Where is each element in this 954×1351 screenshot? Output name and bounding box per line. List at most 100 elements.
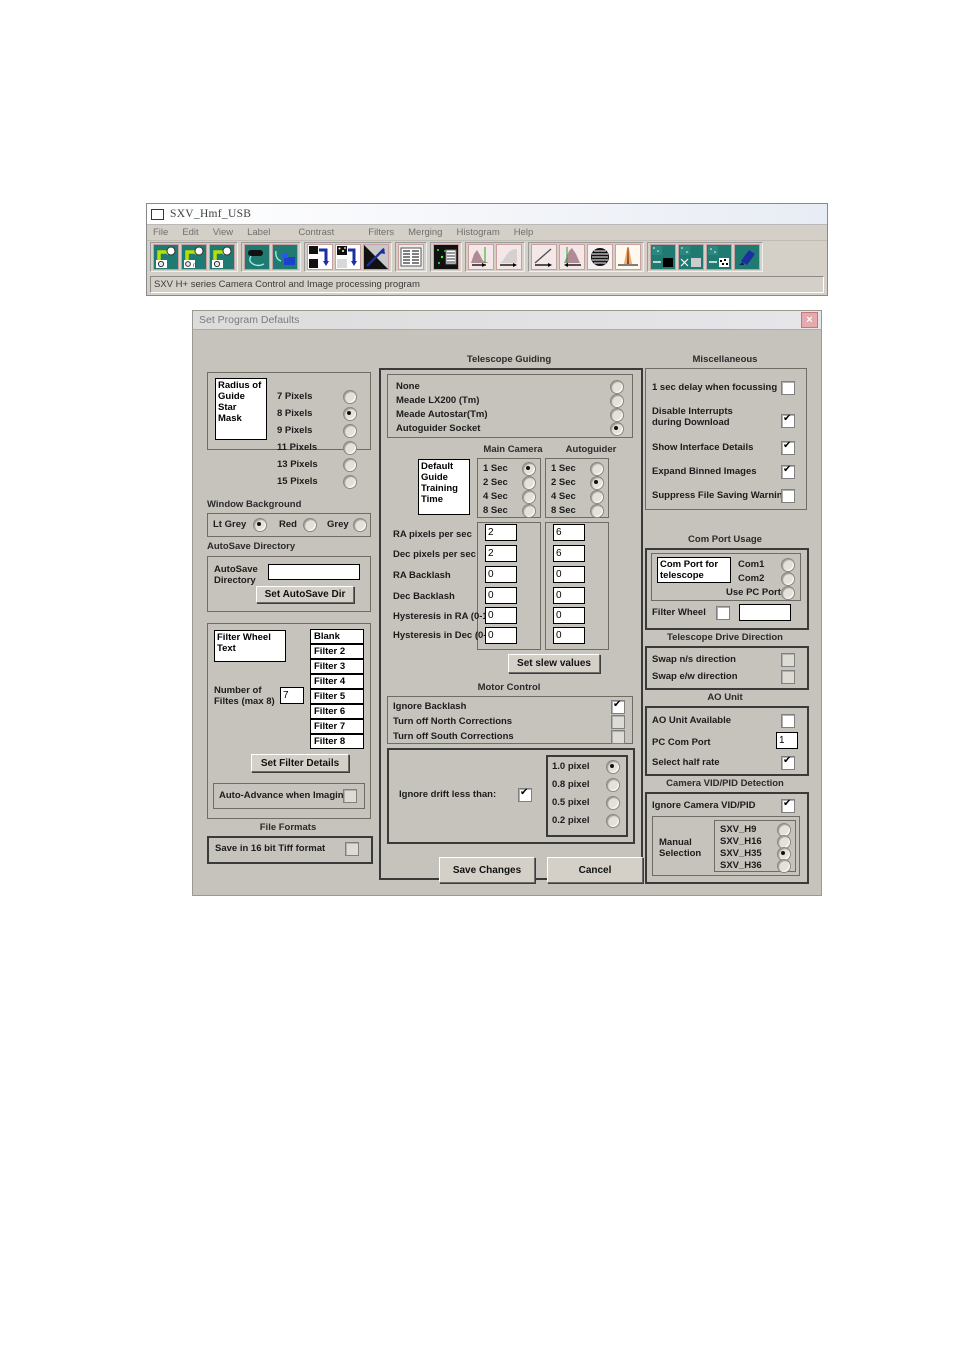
filter-item-3[interactable]: Filter 4 [310,674,364,689]
main-time-radio-0[interactable] [522,462,536,476]
mask-option-radio-5[interactable] [343,475,357,489]
drive-direction-checkbox-0[interactable] [781,653,795,667]
ignore-vid-pid-checkbox[interactable] [781,798,795,813]
guiding-row-main-4[interactable]: 0 [485,607,517,624]
guiding-row-guider-3[interactable]: 0 [553,587,585,604]
drift-option-radio-1[interactable] [606,778,620,792]
motor-check-1[interactable] [611,715,625,729]
line-profile-icon[interactable] [363,244,389,270]
com-port-radio-1[interactable] [781,572,795,586]
com-port-textbox[interactable]: Com Port for telescope [657,557,731,583]
mask-option-radio-3[interactable] [343,441,357,455]
set-slew-values-button[interactable]: Set slew values [508,654,600,673]
main-time-radio-2[interactable] [522,490,536,504]
misc-checkbox-1[interactable] [781,413,795,428]
filter-item-2[interactable]: Filter 3 [310,659,364,674]
menu-bar[interactable]: File Edit View Label Contrast Filters Me… [147,225,827,241]
guiding-row-guider-5[interactable]: 0 [553,627,585,644]
menu-item-merging[interactable]: Merging [408,227,442,238]
star-select-icon[interactable] [335,244,361,270]
menu-item-filters[interactable]: Filters [368,227,394,238]
mask-option-radio-4[interactable] [343,458,357,472]
motor-check-2[interactable] [611,730,625,744]
drift-option-radio-3[interactable] [606,814,620,828]
misc-checkbox-0[interactable] [781,381,795,395]
set-autosave-dir-button[interactable]: Set AutoSave Dir [256,586,354,603]
filter-item-4[interactable]: Filter 5 [310,689,364,704]
planet-icon[interactable] [587,244,613,270]
filter-item-6[interactable]: Filter 7 [310,719,364,734]
filter-item-1[interactable]: Filter 2 [310,644,364,659]
filter-wheel-port-input[interactable] [739,604,791,621]
filter-item-7[interactable]: Filter 8 [310,734,364,749]
star-list-icon[interactable] [433,244,459,270]
save-changes-button[interactable]: Save Changes [439,857,535,883]
guide-mask-textbox[interactable]: Radius of Guide Star Mask [215,378,267,440]
camera-link-icon[interactable] [244,244,270,270]
guiding-mode-radio-0[interactable] [610,380,624,394]
com-port-radio-0[interactable] [781,558,795,572]
set-filter-details-button[interactable]: Set Filter Details [251,754,349,772]
cancel-button[interactable]: Cancel [547,857,643,883]
filter-flat-icon[interactable] [678,244,704,270]
guider-time-radio-0[interactable] [590,462,604,476]
peak-stretch-icon[interactable] [559,244,585,270]
bg-option-radio-1[interactable] [303,518,317,532]
guider-time-radio-3[interactable] [590,504,604,518]
menu-item-edit[interactable]: Edit [182,227,198,238]
toolbar[interactable]: n [147,241,827,273]
mask-option-radio-2[interactable] [343,424,357,438]
capture-single-icon[interactable] [153,244,179,270]
com-port-radio-2[interactable] [781,586,795,600]
guiding-row-main-5[interactable]: 0 [485,627,517,644]
guiding-row-guider-2[interactable]: 0 [553,566,585,583]
filter-wheel-port-checkbox[interactable] [716,606,730,620]
drift-option-radio-2[interactable] [606,796,620,810]
histogram-stretch-icon[interactable] [468,244,494,270]
camera-connect-icon[interactable] [272,244,298,270]
guiding-row-main-3[interactable]: 0 [485,587,517,604]
main-time-radio-1[interactable] [522,476,536,490]
bg-option-radio-2[interactable] [353,518,367,532]
crop-icon[interactable] [307,244,333,270]
guiding-row-guider-0[interactable]: 6 [553,524,585,541]
ao-available-checkbox[interactable] [781,714,795,728]
auto-advance-checkbox[interactable] [343,789,357,803]
filter-count-input[interactable]: 7 [280,687,304,704]
menu-item-contrast[interactable]: Contrast [298,227,334,238]
misc-checkbox-2[interactable] [781,440,795,455]
guiding-row-guider-1[interactable]: 6 [553,545,585,562]
paint-icon[interactable] [734,244,760,270]
guiding-row-main-1[interactable]: 2 [485,545,517,562]
drive-direction-checkbox-1[interactable] [781,670,795,684]
bg-option-radio-0[interactable] [253,518,267,532]
autosave-input[interactable] [268,564,360,580]
menu-item-file[interactable]: File [153,227,168,238]
menu-item-help[interactable]: Help [514,227,534,238]
menu-item-view[interactable]: View [213,227,233,238]
spike-icon[interactable] [615,244,641,270]
filter-item-0[interactable]: Blank [310,629,364,644]
menu-item-label[interactable]: Label [247,227,270,238]
linear-stretch-icon[interactable] [531,244,557,270]
capture-focus-icon[interactable] [209,244,235,270]
guiding-row-main-0[interactable]: 2 [485,524,517,541]
image-info-icon[interactable] [398,244,424,270]
misc-checkbox-3[interactable] [781,464,795,479]
close-icon[interactable]: × [801,312,818,328]
mask-option-radio-0[interactable] [343,390,357,404]
guider-time-radio-1[interactable] [590,476,604,490]
misc-checkbox-4[interactable] [781,489,795,503]
mask-option-radio-1[interactable] [343,407,357,421]
filter-item-5[interactable]: Filter 6 [310,704,364,719]
capture-sequence-icon[interactable]: n [181,244,207,270]
guiding-row-main-2[interactable]: 0 [485,566,517,583]
filter-hot-pixel-icon[interactable] [706,244,732,270]
guider-time-radio-2[interactable] [590,490,604,504]
ao-half-rate-checkbox[interactable] [781,755,795,770]
curve-gamma-icon[interactable] [496,244,522,270]
filter-wheel-textbox[interactable]: Filter Wheel Text [214,630,286,662]
menu-item-histogram[interactable]: Histogram [456,227,499,238]
guiding-mode-radio-1[interactable] [610,394,624,408]
guiding-row-guider-4[interactable]: 0 [553,607,585,624]
